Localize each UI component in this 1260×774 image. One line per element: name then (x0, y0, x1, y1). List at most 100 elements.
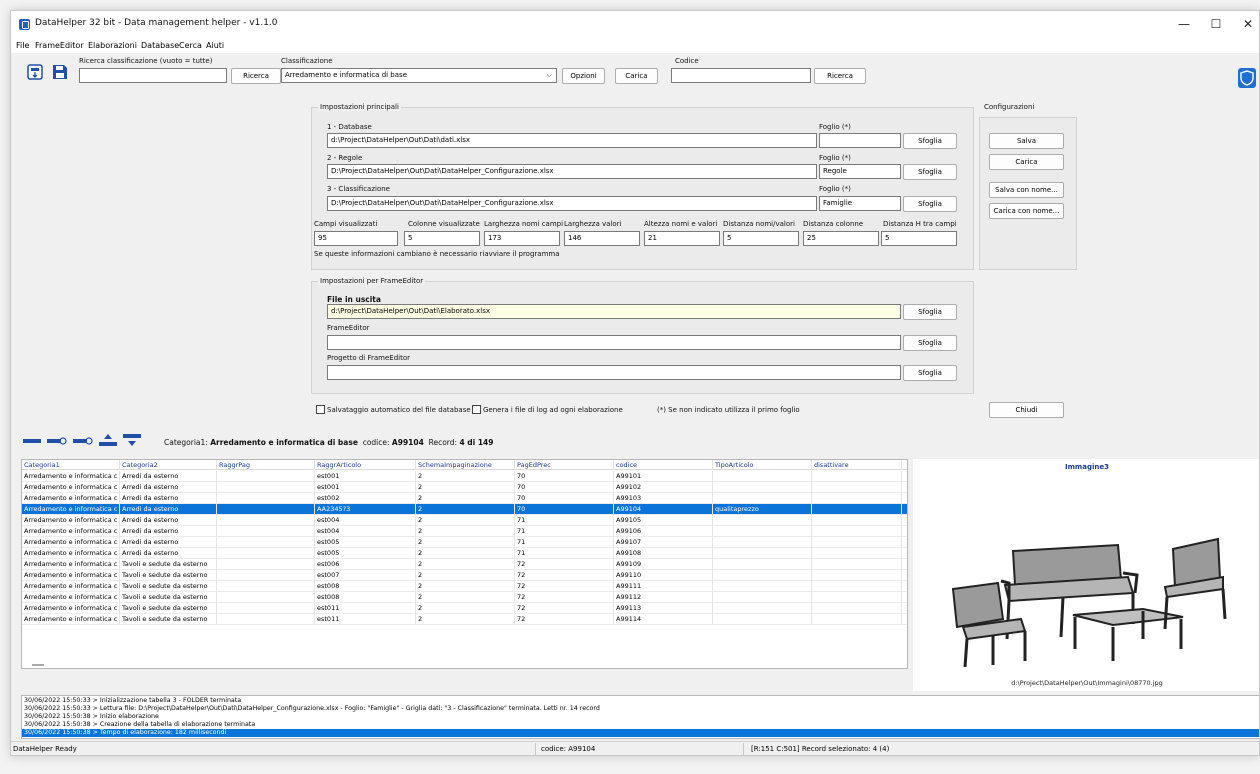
clear-row-icon[interactable] (73, 436, 93, 446)
table-cell[interactable] (217, 537, 315, 548)
menu-elaborazioni[interactable]: Elaborazioni (88, 41, 137, 50)
param-input[interactable]: 5 (881, 231, 957, 246)
minimize-button[interactable]: — (1169, 15, 1199, 33)
table-cell[interactable] (713, 482, 812, 493)
close-button[interactable]: ✕ (1233, 15, 1259, 33)
code-input[interactable] (671, 68, 811, 83)
table-cell[interactable] (713, 548, 812, 559)
grid-scrollbar[interactable] (907, 471, 908, 483)
table-cell[interactable]: A99112 (614, 592, 713, 603)
table-row[interactable]: Arredamento e informatica c Arredi da est… (22, 482, 907, 493)
table-cell[interactable]: 2 (416, 592, 515, 603)
table-cell[interactable] (812, 603, 902, 614)
menu-database[interactable]: Database (141, 41, 179, 50)
table-cell[interactable]: Arredi da esterno (120, 515, 217, 526)
table-cell[interactable]: est004 (315, 515, 416, 526)
table-cell[interactable]: est008 (315, 581, 416, 592)
table-row[interactable]: Arredamento e informatica c Tavoli e sedu… (22, 581, 907, 592)
table-cell[interactable] (812, 614, 902, 625)
table-cell[interactable]: A99105 (614, 515, 713, 526)
table-cell[interactable] (812, 592, 902, 603)
table-cell[interactable]: A99102 (614, 482, 713, 493)
table-cell[interactable]: 71 (515, 537, 614, 548)
log-panel[interactable]: 30/06/2022 15:50:33 > Inizializzazione t… (21, 695, 1259, 739)
table-cell[interactable]: A99106 (614, 526, 713, 537)
table-cell[interactable] (812, 570, 902, 581)
table-cell[interactable]: A99104 (614, 504, 713, 515)
table-cell[interactable] (217, 603, 315, 614)
config-load-as-button[interactable]: Carica con nome... (989, 203, 1064, 219)
frameeditor-browse-button[interactable]: Sfoglia (903, 335, 957, 351)
table-cell[interactable]: 2 (416, 482, 515, 493)
table-cell[interactable] (217, 471, 315, 482)
table-cell[interactable]: 2 (416, 559, 515, 570)
menu-file[interactable]: File (16, 41, 29, 50)
classification-select[interactable]: Arredamento e informatica di base ⌵ (281, 68, 557, 83)
table-cell[interactable]: 72 (515, 592, 614, 603)
table-cell[interactable]: Arredi da esterno (120, 471, 217, 482)
out-file-input[interactable]: d:\Project\DataHelper\Out\Dati\Elaborato… (327, 304, 901, 319)
column-header[interactable]: PagEdPrec (515, 460, 614, 470)
table-cell[interactable]: 70 (515, 504, 614, 515)
table-cell[interactable] (713, 471, 812, 482)
class-search-button[interactable]: Ricerca (231, 68, 281, 84)
logfile-checkbox[interactable] (472, 405, 481, 414)
table-cell[interactable] (217, 581, 315, 592)
table-cell[interactable] (713, 515, 812, 526)
table-cell[interactable]: 2 (416, 515, 515, 526)
table-cell[interactable]: 70 (515, 482, 614, 493)
table-cell[interactable]: A99111 (614, 581, 713, 592)
table-cell[interactable]: Arredamento e informatica c (22, 614, 120, 625)
table-cell[interactable]: est011 (315, 614, 416, 625)
table-cell[interactable] (713, 559, 812, 570)
table-cell[interactable]: est005 (315, 548, 416, 559)
table-cell[interactable]: 70 (515, 493, 614, 504)
delete-row-icon[interactable] (47, 436, 67, 446)
table-cell[interactable]: est004 (315, 526, 416, 537)
grid-resize-handle[interactable] (32, 664, 44, 666)
table-cell[interactable]: Tavoli e sedute da esterno (120, 570, 217, 581)
table-cell[interactable] (217, 614, 315, 625)
db-sheet-input[interactable] (819, 133, 901, 148)
column-header[interactable]: RaggrArticolo (315, 460, 416, 470)
project-browse-button[interactable]: Sfoglia (903, 365, 957, 381)
table-row[interactable]: Arredamento e informatica c Tavoli e sedu… (22, 592, 907, 603)
table-row-selected[interactable]: Arredamento e informatica c Arredi da est… (22, 504, 907, 515)
table-cell[interactable]: 72 (515, 581, 614, 592)
table-cell[interactable]: Arredamento e informatica c (22, 603, 120, 614)
project-input[interactable] (327, 365, 901, 380)
rules-path-input[interactable]: D:\Project\DataHelper\Out\Dati\DataHelpe… (327, 164, 817, 179)
table-cell[interactable]: Arredi da esterno (120, 537, 217, 548)
table-cell[interactable]: 72 (515, 614, 614, 625)
table-cell[interactable]: Arredamento e informatica c (22, 581, 120, 592)
table-cell[interactable]: 2 (416, 493, 515, 504)
table-cell[interactable]: 71 (515, 526, 614, 537)
table-cell[interactable] (812, 504, 902, 515)
table-cell[interactable] (812, 548, 902, 559)
param-input[interactable]: 25 (803, 231, 879, 246)
table-cell[interactable] (217, 548, 315, 559)
table-cell[interactable]: 2 (416, 537, 515, 548)
column-header[interactable]: RaggrPag (217, 460, 315, 470)
table-row[interactable]: Arredamento e informatica c Arredi da est… (22, 471, 907, 482)
table-cell[interactable]: 2 (416, 603, 515, 614)
table-cell[interactable]: Arredamento e informatica c (22, 482, 120, 493)
table-row[interactable]: Arredamento e informatica c Tavoli e sedu… (22, 603, 907, 614)
table-cell[interactable] (713, 493, 812, 504)
table-cell[interactable]: Arredamento e informatica c (22, 515, 120, 526)
move-up-icon[interactable] (99, 433, 117, 447)
column-header[interactable]: Categoria2 (120, 460, 217, 470)
table-row[interactable]: Arredamento e informatica c Tavoli e sedu… (22, 559, 907, 570)
column-header[interactable]: disattivare (812, 460, 902, 470)
table-cell[interactable]: 2 (416, 471, 515, 482)
table-cell[interactable]: 2 (416, 570, 515, 581)
config-save-button[interactable]: Salva (989, 133, 1064, 149)
table-cell[interactable]: Arredi da esterno (120, 493, 217, 504)
table-cell[interactable]: Arredamento e informatica c (22, 548, 120, 559)
class-search-input[interactable] (79, 68, 227, 83)
frameeditor-input[interactable] (327, 335, 901, 350)
param-input[interactable]: 5 (404, 231, 480, 246)
table-cell[interactable]: A99114 (614, 614, 713, 625)
table-cell[interactable] (812, 559, 902, 570)
table-cell[interactable]: Arredamento e informatica c (22, 537, 120, 548)
